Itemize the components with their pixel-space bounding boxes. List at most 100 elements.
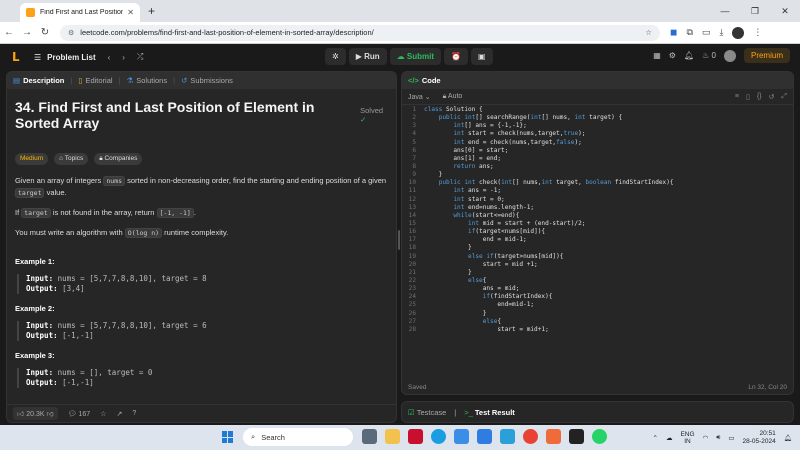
- store-icon[interactable]: [477, 429, 492, 444]
- code-line[interactable]: 27 else{: [402, 318, 793, 326]
- bell-icon[interactable]: 🔔︎: [684, 51, 694, 60]
- maximize-icon[interactable]: ❐: [740, 6, 770, 17]
- clock[interactable]: 20:51 28-05-2024: [742, 430, 775, 446]
- code-line[interactable]: 2 public int[] searchRange(int[] nums, i…: [402, 114, 793, 122]
- code-line[interactable]: 20 start = mid +1;: [402, 261, 793, 269]
- extension-icon[interactable]: ◼: [670, 27, 677, 38]
- site-info-icon[interactable]: ⚙: [68, 29, 74, 37]
- submit-button[interactable]: ☁ Submit: [389, 48, 441, 65]
- code-line[interactable]: 5 int end = check(nums,target,false);: [402, 139, 793, 147]
- leetcode-logo-icon[interactable]: ᒪ: [12, 50, 24, 64]
- code-line[interactable]: 3 int[] ans = {-1,-1};: [402, 122, 793, 130]
- topics-tag[interactable]: ⌂ Topics: [54, 153, 89, 165]
- task-view-icon[interactable]: [362, 429, 377, 444]
- tab-submissions[interactable]: ↺ Submissions: [181, 76, 233, 85]
- difficulty-tag[interactable]: Medium: [15, 153, 49, 165]
- tab-code[interactable]: </> Code: [408, 76, 441, 85]
- problem-list-link[interactable]: Problem List: [47, 53, 95, 62]
- code-line[interactable]: 1 class Solution {: [402, 106, 793, 114]
- code-line[interactable]: 4 int start = check(nums,target,true);: [402, 130, 793, 138]
- chevron-left-icon[interactable]: ‹: [253, 72, 256, 243]
- streak-counter[interactable]: ♨ 0: [702, 51, 716, 60]
- reload-icon[interactable]: ↻: [36, 27, 54, 38]
- code-line[interactable]: 12 int start = 0;: [402, 196, 793, 204]
- user-avatar[interactable]: [723, 49, 736, 62]
- code-line[interactable]: 23 ans = mid;: [402, 285, 793, 293]
- comments-button[interactable]: 💬︎ 167: [68, 410, 91, 418]
- code-line[interactable]: 24 if(findStartIndex){: [402, 293, 793, 301]
- list-icon[interactable]: ☰: [34, 53, 41, 62]
- cloud-icon[interactable]: ☁: [666, 434, 673, 442]
- bookmark-icon[interactable]: ▯: [746, 93, 750, 101]
- code-line[interactable]: 14 while(start<=end){: [402, 212, 793, 220]
- bookmark-star-icon[interactable]: ☆: [645, 28, 652, 37]
- intellij-icon[interactable]: [569, 429, 584, 444]
- next-problem-icon[interactable]: ›: [122, 53, 125, 62]
- back-icon[interactable]: ←: [0, 27, 18, 38]
- code-line[interactable]: 28 start = mid+1;: [402, 326, 793, 334]
- notification-bell-icon[interactable]: 🔔︎: [784, 434, 792, 442]
- code-line[interactable]: 22 else{: [402, 277, 793, 285]
- chrome-icon[interactable]: [523, 429, 538, 444]
- layout-icon[interactable]: ▦: [653, 51, 661, 60]
- battery-icon[interactable]: ▭: [728, 434, 734, 442]
- code-line[interactable]: 25 end=mid-1;: [402, 301, 793, 309]
- share-icon[interactable]: ↗: [116, 410, 122, 418]
- minimize-icon[interactable]: —: [710, 6, 740, 16]
- sidebar-icon[interactable]: ▭: [702, 27, 711, 38]
- menu-kebab-icon[interactable]: ⋮: [753, 27, 762, 38]
- code-line[interactable]: 11 int ans = -1;: [402, 187, 793, 195]
- expand-icon[interactable]: ⤢: [239, 72, 245, 243]
- help-icon[interactable]: ?: [132, 410, 136, 417]
- tab-editorial[interactable]: ▯ Editorial: [78, 76, 112, 85]
- code-line[interactable]: 13 int end=nums.length-1;: [402, 204, 793, 212]
- app-icon[interactable]: [546, 429, 561, 444]
- edge-icon[interactable]: [431, 429, 446, 444]
- photos-icon[interactable]: [454, 429, 469, 444]
- code-line[interactable]: 21 }: [402, 269, 793, 277]
- debug-button[interactable]: ✲: [325, 48, 346, 65]
- volume-icon[interactable]: 🔊︎: [716, 434, 720, 442]
- windows-start-icon[interactable]: [222, 431, 234, 443]
- premium-button[interactable]: Premium: [743, 48, 790, 63]
- code-line[interactable]: 16 if(target<nums[mid]){: [402, 228, 793, 236]
- code-line[interactable]: 6 ans[0] = start;: [402, 147, 793, 155]
- prev-problem-icon[interactable]: ‹: [108, 53, 111, 62]
- like-button[interactable]: 👍︎ 20.3K 👎︎: [13, 407, 58, 420]
- timer-button[interactable]: ⏰: [443, 48, 468, 65]
- tab-testcase[interactable]: ☑ Testcase: [408, 408, 446, 417]
- code-editor[interactable]: 1 class Solution {2 public int[] searchRa…: [402, 106, 793, 368]
- notes-button[interactable]: ▣: [470, 48, 493, 65]
- code-line[interactable]: 19 else if(target>nums[mid]){: [402, 253, 793, 261]
- reset-icon[interactable]: ↺: [769, 93, 775, 101]
- code-line[interactable]: 10 public int check(int[] nums,int targe…: [402, 179, 793, 187]
- companies-tag[interactable]: 🔒︎ Companies: [94, 153, 143, 165]
- download-icon[interactable]: ⤓: [719, 27, 723, 38]
- favorite-star-icon[interactable]: ☆: [100, 410, 106, 418]
- run-button[interactable]: ▶ Run: [348, 48, 387, 65]
- code-line[interactable]: 17 end = mid-1;: [402, 236, 793, 244]
- taskbar-search[interactable]: ⌕ Search: [243, 428, 353, 446]
- close-window-icon[interactable]: ✕: [770, 6, 800, 17]
- fullscreen-icon[interactable]: ⤢: [781, 93, 787, 101]
- puzzle-icon[interactable]: ⧉: [686, 27, 692, 38]
- chevron-up-icon[interactable]: ⌃: [653, 434, 658, 442]
- panel-resize-handle[interactable]: [398, 230, 400, 250]
- vscode-icon[interactable]: [500, 429, 515, 444]
- forward-icon[interactable]: →: [18, 27, 36, 38]
- settings-gear-icon[interactable]: ⚙: [669, 51, 676, 60]
- code-line[interactable]: 9 }: [402, 171, 793, 179]
- code-line[interactable]: 18 }: [402, 244, 793, 252]
- mcafee-icon[interactable]: [408, 429, 423, 444]
- code-line[interactable]: 26 }: [402, 310, 793, 318]
- code-line[interactable]: 7 ans[1] = end;: [402, 155, 793, 163]
- address-bar[interactable]: ⚙ leetcode.com/problems/find-first-and-l…: [60, 24, 660, 41]
- language-select[interactable]: Java ⌄: [408, 93, 431, 101]
- whatsapp-icon[interactable]: [592, 429, 607, 444]
- autocomplete-mode[interactable]: 🔒︎ Auto: [443, 93, 463, 101]
- close-tab-icon[interactable]: ✕: [127, 8, 134, 17]
- braces-icon[interactable]: {}: [757, 93, 762, 101]
- language-indicator[interactable]: ENG IN: [680, 431, 694, 445]
- format-icon[interactable]: ≡: [735, 93, 739, 101]
- tab-description[interactable]: ▤ Description: [13, 76, 64, 85]
